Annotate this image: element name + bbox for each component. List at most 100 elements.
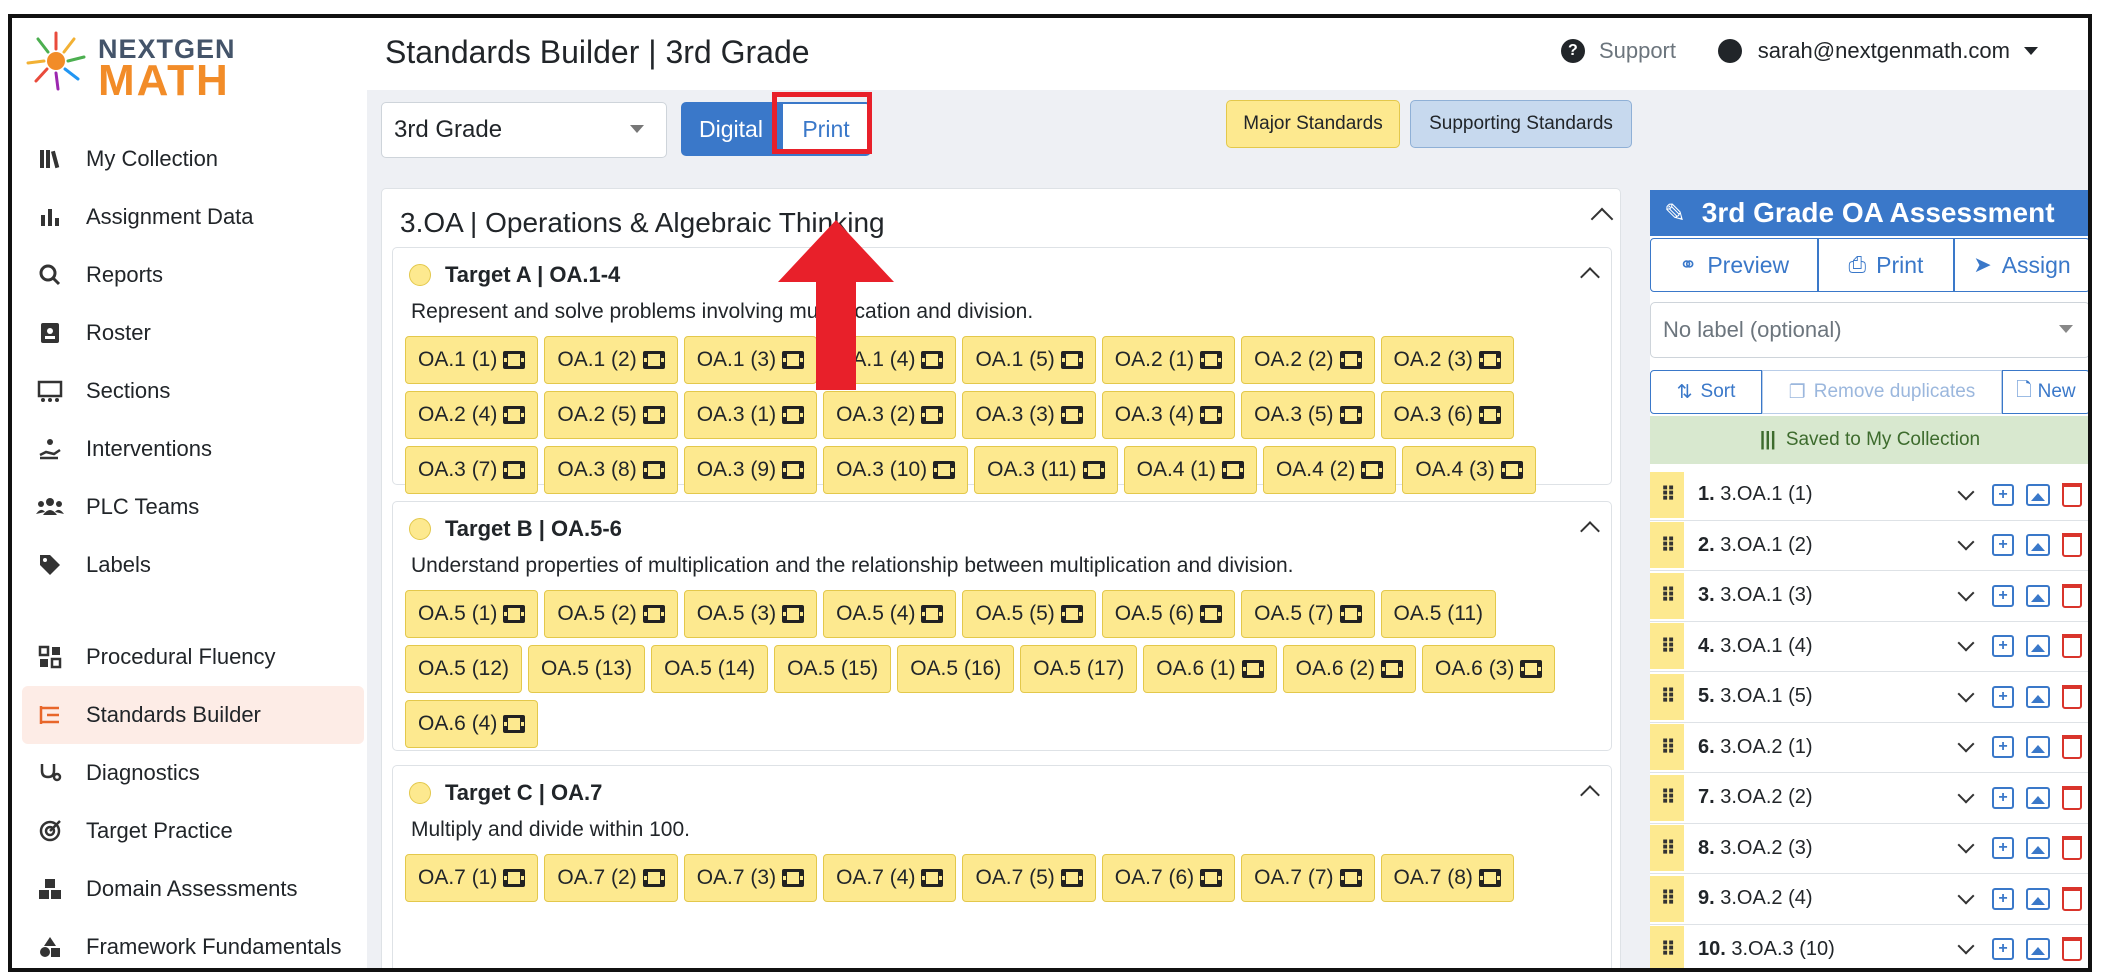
trash-icon[interactable]	[2062, 583, 2082, 608]
standard-chip[interactable]: OA.5 (17)	[1020, 645, 1138, 693]
image-icon[interactable]	[2026, 736, 2050, 759]
standard-chip[interactable]: OA.2 (2)	[1241, 336, 1375, 384]
digital-toggle-button[interactable]: Digital	[681, 102, 781, 156]
image-icon[interactable]	[2026, 685, 2050, 708]
expand-chevron-icon[interactable]	[1957, 483, 1975, 501]
standard-chip[interactable]: OA.3 (3)	[962, 391, 1096, 439]
trash-icon[interactable]	[2062, 785, 2082, 810]
standard-chip[interactable]: OA.6 (2)	[1282, 645, 1416, 693]
sidebar-item-diagnostics[interactable]: Diagnostics	[22, 744, 364, 802]
standard-chip[interactable]: OA.6 (4)	[405, 700, 539, 748]
image-icon[interactable]	[2026, 635, 2050, 658]
standard-chip[interactable]: OA.5 (12)	[405, 645, 523, 693]
target-header[interactable]: Target C | OA.7	[409, 780, 602, 806]
standard-chip[interactable]: OA.3 (8)	[544, 446, 678, 494]
add-square-icon[interactable]: +	[1992, 534, 2014, 557]
assign-button[interactable]: ➤ Assign	[1954, 238, 2088, 292]
sidebar-item-assignment-data[interactable]: Assignment Data	[22, 188, 364, 246]
collapse-domain-chevron-icon[interactable]	[1590, 207, 1614, 231]
standard-chip[interactable]: OA.2 (1)	[1101, 336, 1236, 384]
sidebar-item-plc-teams[interactable]: PLC Teams	[22, 478, 364, 536]
standard-chip[interactable]: OA.2 (4)	[405, 391, 539, 439]
drag-handle-icon[interactable]: ⠿	[1650, 825, 1684, 872]
add-square-icon[interactable]: +	[1992, 736, 2014, 759]
support-link[interactable]: ? Support	[1560, 38, 1676, 64]
sidebar-item-roster[interactable]: Roster	[22, 304, 364, 362]
sidebar-item-sections[interactable]: Sections	[22, 362, 364, 420]
print-button[interactable]: ⎙ Print	[1818, 238, 1954, 292]
target-header[interactable]: Target A | OA.1-4	[409, 262, 620, 288]
standard-chip[interactable]: OA.5 (11)	[1380, 590, 1496, 638]
collapse-target-chevron-icon[interactable]	[1580, 785, 1600, 805]
add-square-icon[interactable]: +	[1992, 483, 2014, 506]
trash-icon[interactable]	[2062, 886, 2082, 911]
image-icon[interactable]	[2026, 534, 2050, 557]
sidebar-item-framework-fundamentals[interactable]: Framework Fundamentals	[22, 918, 364, 968]
sidebar-item-interventions[interactable]: Interventions	[22, 420, 364, 478]
collapse-target-chevron-icon[interactable]	[1580, 521, 1600, 541]
expand-chevron-icon[interactable]	[1957, 786, 1975, 804]
standard-chip[interactable]: OA.7 (4)	[823, 854, 957, 902]
standard-chip[interactable]: OA.5 (1)	[405, 590, 539, 638]
standard-chip[interactable]: OA.7 (1)	[405, 854, 539, 902]
add-square-icon[interactable]: +	[1992, 938, 2014, 961]
standard-chip[interactable]: OA.4 (1)	[1123, 446, 1257, 494]
standard-chip[interactable]: OA.5 (14)	[651, 645, 769, 693]
trash-icon[interactable]	[2062, 836, 2082, 861]
standard-chip[interactable]: OA.3 (10)	[823, 446, 969, 494]
standard-chip[interactable]: OA.1 (2)	[544, 336, 678, 384]
standard-chip[interactable]: OA.5 (16)	[897, 645, 1015, 693]
assessment-title-bar[interactable]: ✎ 3rd Grade OA Assessment	[1650, 190, 2088, 236]
standard-chip[interactable]: OA.7 (5)	[962, 854, 1096, 902]
trash-icon[interactable]	[2062, 482, 2082, 507]
standard-chip[interactable]: OA.5 (7)	[1241, 590, 1375, 638]
standard-chip[interactable]: OA.7 (8)	[1380, 854, 1514, 902]
drag-handle-icon[interactable]: ⠿	[1650, 471, 1684, 518]
standard-chip[interactable]: OA.5 (3)	[683, 590, 818, 638]
standard-chip[interactable]: OA.3 (1)	[683, 391, 818, 439]
sidebar-item-my-collection[interactable]: My Collection	[22, 130, 364, 188]
panel-scrollbar[interactable]	[1625, 188, 1647, 968]
expand-chevron-icon[interactable]	[1957, 836, 1975, 854]
nextgen-math-logo[interactable]: NEXTGEN MATH	[22, 28, 262, 105]
expand-chevron-icon[interactable]	[1957, 887, 1975, 905]
expand-chevron-icon[interactable]	[1957, 533, 1975, 551]
target-header[interactable]: Target B | OA.5-6	[409, 516, 622, 542]
add-square-icon[interactable]: +	[1992, 635, 2014, 658]
standard-chip[interactable]: OA.6 (3)	[1422, 645, 1556, 693]
standard-chip[interactable]: OA.7 (7)	[1241, 854, 1375, 902]
standard-chip[interactable]: OA.3 (6)	[1380, 391, 1514, 439]
supporting-standards-button[interactable]: Supporting Standards	[1410, 100, 1632, 148]
standard-chip[interactable]: OA.7 (6)	[1101, 854, 1236, 902]
image-icon[interactable]	[2026, 837, 2050, 860]
add-square-icon[interactable]: +	[1992, 685, 2014, 708]
standard-chip[interactable]: OA.3 (11)	[974, 446, 1118, 494]
standard-chip[interactable]: OA.3 (4)	[1101, 391, 1236, 439]
sidebar-item-standards-builder[interactable]: Standards Builder	[22, 686, 364, 744]
new-button[interactable]: 🗋 New	[2002, 370, 2088, 414]
add-square-icon[interactable]: +	[1992, 786, 2014, 809]
expand-chevron-icon[interactable]	[1957, 584, 1975, 602]
image-icon[interactable]	[2026, 786, 2050, 809]
standard-chip[interactable]: OA.4 (3)	[1402, 446, 1536, 494]
standard-chip[interactable]: OA.5 (4)	[823, 590, 957, 638]
label-select[interactable]: No label (optional)	[1650, 302, 2088, 358]
standard-chip[interactable]: OA.5 (5)	[962, 590, 1096, 638]
major-standards-button[interactable]: Major Standards	[1226, 100, 1400, 148]
add-square-icon[interactable]: +	[1992, 584, 2014, 607]
drag-handle-icon[interactable]: ⠿	[1650, 875, 1684, 922]
drag-handle-icon[interactable]: ⠿	[1650, 522, 1684, 569]
expand-chevron-icon[interactable]	[1957, 937, 1975, 955]
trash-icon[interactable]	[2062, 533, 2082, 558]
standard-chip[interactable]: OA.2 (5)	[544, 391, 678, 439]
add-square-icon[interactable]: +	[1992, 837, 2014, 860]
standard-chip[interactable]: OA.5 (6)	[1101, 590, 1236, 638]
drag-handle-icon[interactable]: ⠿	[1650, 774, 1684, 821]
standard-chip[interactable]: OA.3 (9)	[683, 446, 818, 494]
sidebar-item-procedural-fluency[interactable]: Procedural Fluency	[22, 628, 364, 686]
standard-chip[interactable]: OA.3 (7)	[405, 446, 539, 494]
image-icon[interactable]	[2026, 938, 2050, 961]
expand-chevron-icon[interactable]	[1957, 634, 1975, 652]
drag-handle-icon[interactable]: ⠿	[1650, 572, 1684, 619]
drag-handle-icon[interactable]: ⠿	[1650, 724, 1684, 771]
